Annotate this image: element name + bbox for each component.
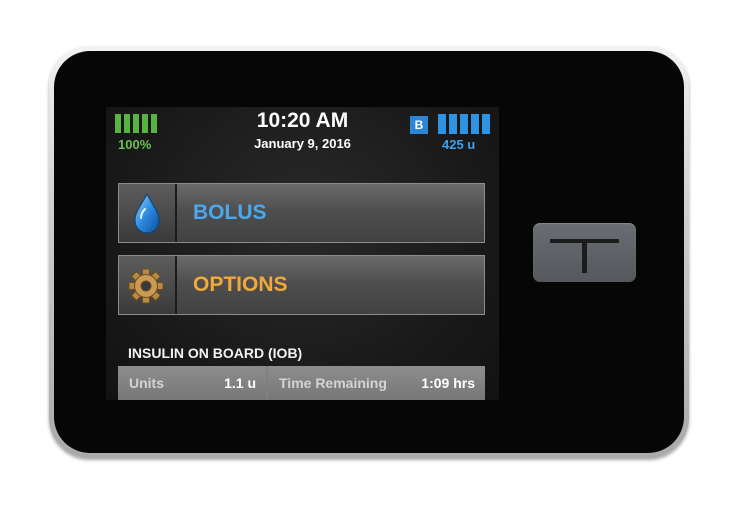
iob-row[interactable]: Units 1.1 u Time Remaining 1:09 hrs bbox=[118, 366, 485, 400]
bolus-label: BOLUS bbox=[193, 201, 267, 224]
bluetooth-badge: B bbox=[410, 116, 428, 134]
water-drop-icon bbox=[134, 192, 160, 234]
t-logo-icon bbox=[550, 239, 619, 273]
iob-time-value: 1:09 hrs bbox=[421, 375, 475, 391]
screen-on-button[interactable] bbox=[533, 223, 636, 282]
bolus-button[interactable]: BOLUS bbox=[118, 183, 485, 243]
iob-title: INSULIN ON BOARD (IOB) bbox=[128, 345, 303, 361]
options-button[interactable]: OPTIONS bbox=[118, 255, 485, 315]
iob-units-cell: Units 1.1 u bbox=[118, 366, 266, 400]
device-bezel: 100% 10:20 AM January 9, 2016 B 425 u BO… bbox=[54, 51, 684, 453]
bolus-icon-cell bbox=[119, 184, 177, 242]
iob-time-label: Time Remaining bbox=[279, 375, 387, 391]
clock-date: January 9, 2016 bbox=[254, 136, 351, 151]
iob-units-label: Units bbox=[129, 375, 164, 391]
gear-icon bbox=[128, 268, 164, 304]
options-label: OPTIONS bbox=[193, 273, 288, 296]
touch-screen: 100% 10:20 AM January 9, 2016 B 425 u BO… bbox=[106, 107, 499, 400]
iob-time-cell: Time Remaining 1:09 hrs bbox=[268, 366, 485, 400]
insulin-units-remaining: 425 u bbox=[442, 137, 476, 152]
options-icon-cell bbox=[119, 256, 177, 314]
pump-device: 100% 10:20 AM January 9, 2016 B 425 u BO… bbox=[49, 46, 689, 458]
iob-units-value: 1.1 u bbox=[224, 375, 256, 391]
